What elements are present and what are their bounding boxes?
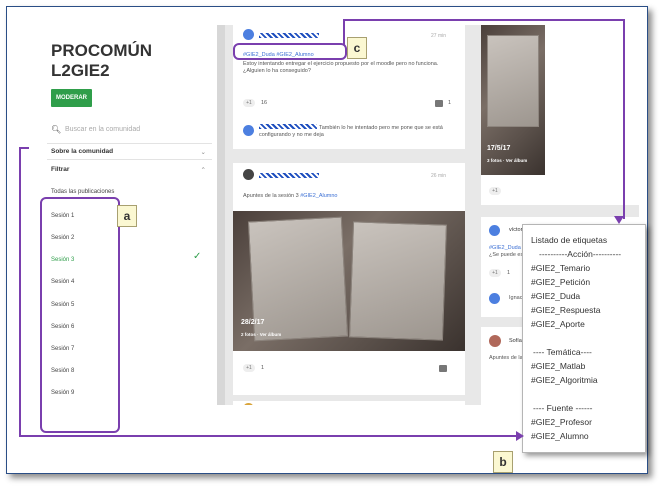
filter-toggle[interactable]: Filtrar ⌃ xyxy=(51,166,206,174)
avatar xyxy=(243,403,254,405)
tag-item[interactable]: #GIE2_Duda xyxy=(531,291,580,301)
redacted-username xyxy=(259,173,319,178)
like-count: 1 xyxy=(507,270,511,276)
post-text-body: Apuntes de la sesión 3 xyxy=(243,193,299,199)
section-header-source: ---- Fuente ------ xyxy=(533,403,593,413)
search-placeholder: Buscar en la comunidad xyxy=(65,126,141,133)
author-name[interactable]: Sofía xyxy=(509,338,522,345)
like-button[interactable]: +1 xyxy=(489,269,501,277)
avatar xyxy=(243,169,254,180)
tag-item[interactable]: #GIE2_Respuesta xyxy=(531,305,600,315)
photo-album[interactable]: 28/2/17 2 fotos · Ver álbum xyxy=(233,211,465,351)
tag-list-popup: Listado de etiquetas ----------Acción---… xyxy=(522,224,646,453)
album-subtitle: 2 fotos · Ver álbum xyxy=(241,332,282,337)
search-input[interactable]: 🔍︎ Buscar en la comunidad xyxy=(51,125,206,139)
post-card: 26 min Apuntes de la sesión 3 #GIE2_Alum… xyxy=(233,163,465,395)
post-text: ¿Se puede es xyxy=(489,252,524,258)
arrow-line xyxy=(19,147,29,149)
tag-item[interactable]: #GIE2_Matlab xyxy=(531,361,585,371)
like-count: 16 xyxy=(261,100,268,106)
chevron-down-icon: ⌄ xyxy=(200,149,206,156)
redacted-username xyxy=(259,33,319,38)
sessions-highlight xyxy=(40,197,120,433)
annotation-c: c xyxy=(347,37,367,59)
post-text: Apuntes de la sesión 3 #GIE2_Alumno xyxy=(243,193,338,200)
tag-item[interactable]: #GIE2_Algoritmia xyxy=(531,375,598,385)
album-date: 28/2/17 xyxy=(241,319,265,326)
filter-all-posts[interactable]: Todas las publicaciones xyxy=(51,189,114,195)
post-card xyxy=(233,401,465,405)
photo-album[interactable]: 17/5/17 3 fotos · Ver álbum xyxy=(481,25,545,175)
divider xyxy=(47,159,212,160)
notes-photo xyxy=(349,221,447,341)
arrowhead-icon xyxy=(516,431,524,441)
tag-item[interactable]: #GIE2_Profesor xyxy=(531,417,592,427)
community-title: PROCOMÚN L2GIE2 xyxy=(51,41,201,81)
avatar xyxy=(489,335,501,347)
post-tag[interactable]: #GIE2_Alumno xyxy=(300,193,337,199)
about-community-label: Sobre la comunidad xyxy=(51,148,114,155)
search-icon: 🔍︎ xyxy=(51,125,62,134)
arrow-line xyxy=(19,147,21,437)
comment-count: 1 xyxy=(448,100,452,106)
section-header-action: ----------Acción---------- xyxy=(539,249,622,259)
filter-label: Filtrar xyxy=(51,166,70,173)
arrowhead-icon xyxy=(614,216,624,224)
comment-icon[interactable] xyxy=(435,100,443,107)
about-community-toggle[interactable]: Sobre la comunidad ⌄ xyxy=(51,148,206,156)
divider xyxy=(47,143,212,144)
post-timestamp: 27 min xyxy=(431,33,447,39)
avatar xyxy=(489,225,500,236)
post-timestamp: 26 min xyxy=(431,173,447,179)
like-button[interactable]: +1 xyxy=(243,99,255,107)
tags-highlight xyxy=(233,43,347,60)
album-date: 17/5/17 xyxy=(487,145,511,152)
arrow-line xyxy=(623,19,625,219)
arrow-line xyxy=(343,19,625,21)
author-name[interactable]: víctor xyxy=(509,227,522,234)
like-button[interactable]: +1 xyxy=(489,187,501,195)
reply-avatar xyxy=(243,125,254,136)
tag-item[interactable]: #GIE2_Temario xyxy=(531,263,590,273)
like-button[interactable]: +1 xyxy=(243,364,255,372)
moderate-button[interactable]: MODERAR xyxy=(51,89,92,107)
tag-item[interactable]: #GIE2_Alumno xyxy=(531,431,589,441)
chevron-up-icon: ⌃ xyxy=(200,167,206,174)
post-tag[interactable]: #GIE2_Duda xyxy=(489,245,521,252)
tag-item[interactable]: #GIE2_Aporte xyxy=(531,319,585,329)
notes-photo xyxy=(487,35,539,127)
checkmark-icon: ✓ xyxy=(193,251,202,262)
community-title-line2: L2GIE2 xyxy=(51,61,110,80)
avatar xyxy=(243,29,254,40)
reply-text: También lo he intentado pero me pone que… xyxy=(259,125,443,138)
like-count: 1 xyxy=(261,365,265,371)
arrow-line xyxy=(343,19,345,45)
post-text: Estoy intentando entregar el ejercicio p… xyxy=(243,61,439,74)
sidebar-scrollbar[interactable] xyxy=(217,25,225,405)
comment-icon[interactable] xyxy=(439,365,447,372)
annotation-a: a xyxy=(117,205,137,227)
arrow-line xyxy=(19,435,521,437)
post-text: Apuntes de la xyxy=(489,355,523,361)
avatar xyxy=(489,293,500,304)
album-subtitle: 3 fotos · Ver álbum xyxy=(487,158,528,163)
tag-item[interactable]: #GIE2_Petición xyxy=(531,277,590,287)
annotation-b: b xyxy=(493,451,513,473)
section-header-theme: ---- Temática---- xyxy=(533,347,592,357)
post-card-right: 17/5/17 3 fotos · Ver álbum +1 xyxy=(481,25,639,205)
popup-title: Listado de etiquetas xyxy=(531,235,608,245)
community-title-line1: PROCOMÚN xyxy=(51,41,153,60)
